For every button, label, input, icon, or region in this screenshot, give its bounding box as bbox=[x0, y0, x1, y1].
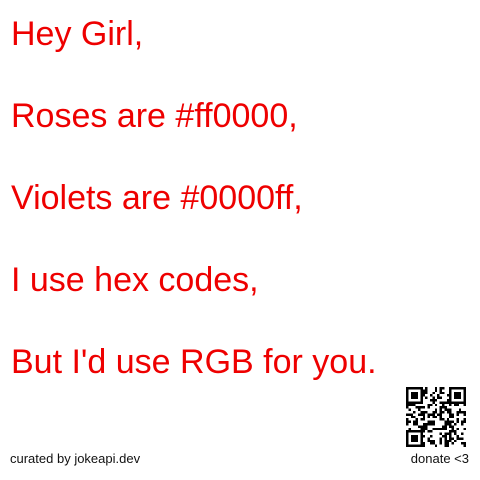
joke-card: Hey Girl, Roses are #ff0000, Violets are… bbox=[0, 0, 480, 480]
joke-line-5: But I'd use RGB for you. bbox=[11, 343, 377, 381]
donate-link[interactable]: donate <3 bbox=[411, 451, 469, 467]
qr-code-icon[interactable] bbox=[406, 387, 466, 447]
joke-line-4: I use hex codes, bbox=[11, 261, 259, 299]
joke-line-3: Violets are #0000ff, bbox=[11, 179, 303, 217]
joke-line-1: Hey Girl, bbox=[11, 15, 144, 53]
credit-text: curated by jokeapi.dev bbox=[10, 451, 141, 466]
joke-line-2: Roses are #ff0000, bbox=[11, 97, 298, 135]
